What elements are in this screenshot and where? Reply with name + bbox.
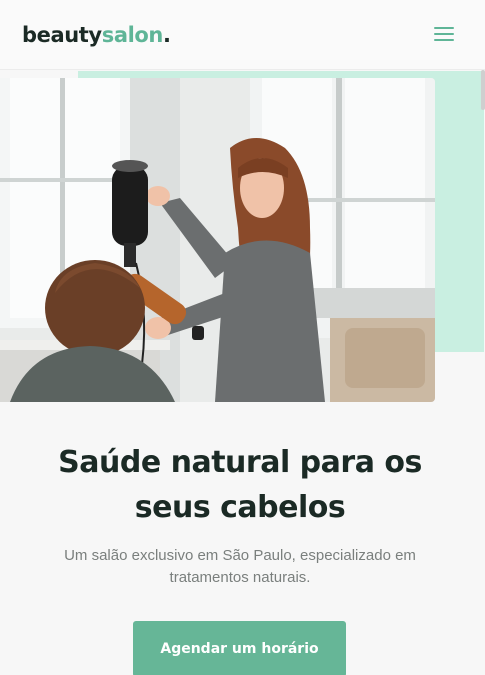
scrollbar[interactable] xyxy=(481,70,485,110)
hero-image xyxy=(0,78,435,402)
menu-line xyxy=(434,27,454,29)
logo[interactable]: beautysalon. xyxy=(22,22,171,48)
menu-line xyxy=(434,33,454,35)
salon-photo-illustration xyxy=(0,78,435,402)
logo-text-beauty: beauty xyxy=(22,23,102,47)
schedule-appointment-button[interactable]: Agendar um horário xyxy=(133,621,346,675)
logo-dot: . xyxy=(162,23,171,47)
page-subtitle: Um salão exclusivo em São Paulo, especia… xyxy=(64,547,416,586)
menu-line xyxy=(434,39,454,41)
page-title: Saúde natural para os seus cabelos xyxy=(58,445,422,525)
logo-text-salon: salon xyxy=(101,23,164,47)
hamburger-menu-icon[interactable] xyxy=(434,26,456,42)
site-header: beautysalon. xyxy=(0,0,485,70)
